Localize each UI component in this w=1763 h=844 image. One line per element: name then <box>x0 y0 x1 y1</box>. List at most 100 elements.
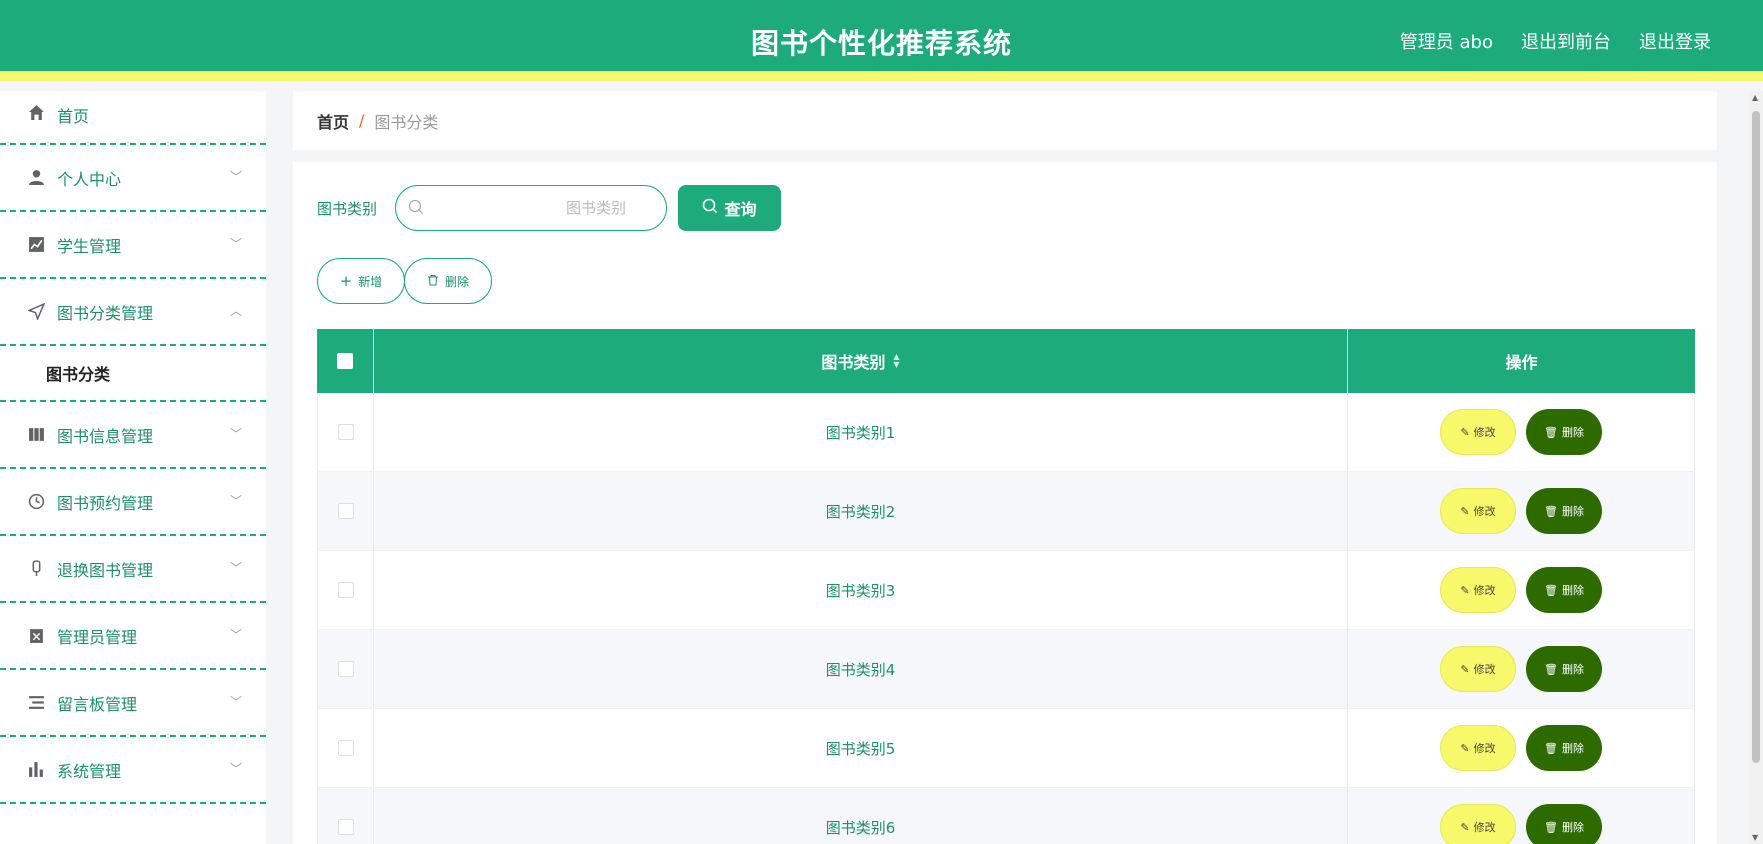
sidebar-item-messages[interactable]: 留言板管理 ﹀ <box>0 670 266 737</box>
breadcrumb-home[interactable]: 首页 <box>317 109 349 133</box>
search-box <box>395 185 667 231</box>
user-icon <box>27 169 45 187</box>
add-button[interactable]: + 新增 <box>317 258 405 304</box>
page-scrollbar[interactable]: ▲ ▼ <box>1749 91 1763 844</box>
microphone-icon <box>27 560 45 578</box>
category-cell: 图书类别4 <box>374 630 1348 708</box>
delete-button[interactable]: 🗑 删除 <box>1526 409 1602 455</box>
search-icon <box>702 198 718 218</box>
edit-icon: ✎ <box>1460 425 1470 439</box>
chevron-down-icon: ﹀ <box>229 560 242 575</box>
list-icon <box>27 694 45 712</box>
row-checkbox[interactable] <box>337 819 354 835</box>
chevron-up-icon: ︿ <box>229 303 242 318</box>
edit-icon: ✎ <box>1460 741 1470 755</box>
table-header: 图书类别 ▲ ▼ 操作 <box>317 329 1695 393</box>
column-header-actions: 操作 <box>1505 353 1538 372</box>
top-header: 图书个性化推荐系统 管理员 abo 退出到前台 退出登录 <box>0 0 1763 81</box>
category-search-input[interactable] <box>436 194 656 222</box>
plus-icon: + <box>339 272 353 290</box>
category-cell: 图书类别3 <box>374 551 1348 629</box>
chevron-down-icon: ﹀ <box>229 761 242 776</box>
chevron-down-icon: ﹀ <box>229 426 242 441</box>
edit-button[interactable]: ✎ 修改 <box>1440 725 1516 771</box>
edit-icon: ✎ <box>1460 583 1470 597</box>
row-actions: ✎ 修改 🗑 删除 <box>1348 788 1695 844</box>
batch-delete-button[interactable]: 删除 <box>404 258 492 304</box>
edit-button[interactable]: ✎ 修改 <box>1440 567 1516 613</box>
breadcrumb-current: 图书分类 <box>374 112 439 132</box>
row-checkbox[interactable] <box>337 740 354 756</box>
sidebar-item-admins[interactable]: 管理员管理 ﹀ <box>0 603 266 670</box>
table-row: 图书类别2 ✎ 修改 🗑 删除 <box>317 472 1695 551</box>
chevron-down-icon: ﹀ <box>229 169 242 184</box>
delete-button[interactable]: 🗑 删除 <box>1526 804 1602 844</box>
edit-button[interactable]: ✎ 修改 <box>1440 488 1516 534</box>
sidebar-item-reservation[interactable]: 图书预约管理 ﹀ <box>0 469 266 536</box>
logout-link[interactable]: 退出登录 <box>1639 28 1711 54</box>
edit-button[interactable]: ✎ 修改 <box>1440 646 1516 692</box>
category-cell: 图书类别2 <box>374 472 1348 550</box>
edit-icon: ✎ <box>1460 504 1470 518</box>
row-checkbox[interactable] <box>337 503 354 519</box>
sidebar-item-label: 系统管理 <box>57 761 122 781</box>
sidebar-item-label: 学生管理 <box>57 236 122 256</box>
sidebar-item-book-category[interactable]: 图书分类管理 ︿ <box>0 279 266 346</box>
table-row: 图书类别1 ✎ 修改 🗑 删除 <box>317 393 1695 472</box>
trash-icon: 🗑 <box>1544 425 1558 439</box>
sidebar-item-profile[interactable]: 个人中心 ﹀ <box>0 145 266 212</box>
sidebar-subitem-book-category[interactable]: 图书分类 <box>0 346 266 402</box>
category-cell: 图书类别1 <box>374 393 1348 471</box>
sidebar-item-label: 个人中心 <box>57 169 122 189</box>
sort-icon[interactable]: ▲ ▼ <box>893 353 899 369</box>
trash-icon: 🗑 <box>1544 662 1558 676</box>
table-row: 图书类别6 ✎ 修改 🗑 删除 <box>317 788 1695 844</box>
edit-icon: ✎ <box>1460 820 1470 834</box>
delete-button[interactable]: 🗑 删除 <box>1526 725 1602 771</box>
sidebar-item-label: 图书信息管理 <box>57 426 154 446</box>
sidebar-item-home[interactable]: 首页 <box>0 91 266 145</box>
table-row: 图书类别5 ✎ 修改 🗑 删除 <box>317 709 1695 788</box>
breadcrumb: 首页 / 图书分类 <box>293 91 1717 150</box>
edit-button[interactable]: ✎ 修改 <box>1440 409 1516 455</box>
category-table: 图书类别 ▲ ▼ 操作 图书类别1 ✎ 修改 🗑 删除 图书类别2 ✎ 修改 🗑 删除 图… <box>317 329 1695 844</box>
scroll-down-arrow-icon[interactable]: ▼ <box>1752 833 1758 842</box>
column-header-category[interactable]: 图书类别 ▲ ▼ <box>374 329 1348 393</box>
row-actions: ✎ 修改 🗑 删除 <box>1348 709 1695 787</box>
header-actions: 管理员 abo 退出到前台 退出登录 <box>1400 28 1711 54</box>
book-icon <box>27 426 45 444</box>
scroll-thumb[interactable] <box>1752 111 1760 763</box>
row-actions: ✎ 修改 🗑 删除 <box>1348 393 1695 471</box>
query-button-label: 查询 <box>724 200 757 219</box>
trash-icon: 🗑 <box>1544 741 1558 755</box>
row-checkbox[interactable] <box>337 582 354 598</box>
content-panel: 图书类别 查询 + 新增 删除 图书类别 ▲▼ 操作 <box>293 162 1717 844</box>
query-button[interactable]: 查询 <box>678 185 781 231</box>
row-actions: ✎ 修改 🗑 删除 <box>1348 472 1695 550</box>
row-checkbox[interactable] <box>337 661 354 677</box>
sidebar-item-students[interactable]: 学生管理 ﹀ <box>0 212 266 279</box>
scroll-up-arrow-icon[interactable]: ▲ <box>1752 93 1758 102</box>
current-user: 管理员 abo <box>1399 32 1493 53</box>
bar-chart-icon <box>27 761 45 779</box>
sidebar-item-system[interactable]: 系统管理 ﹀ <box>0 737 266 804</box>
search-label: 图书类别 <box>317 200 378 218</box>
category-cell: 图书类别5 <box>374 709 1348 787</box>
add-button-label: 新增 <box>358 274 383 289</box>
sidebar-item-return[interactable]: 退换图书管理 ﹀ <box>0 536 266 603</box>
trash-icon <box>427 274 439 289</box>
sidebar-item-label: 首页 <box>57 107 90 126</box>
select-all-checkbox[interactable] <box>337 353 353 369</box>
trash-icon: 🗑 <box>1544 504 1558 518</box>
edit-button[interactable]: ✎ 修改 <box>1440 804 1516 844</box>
clipboard-icon <box>27 627 45 645</box>
delete-button[interactable]: 🗑 删除 <box>1526 646 1602 692</box>
navigation-icon <box>27 303 45 321</box>
sidebar: 首页 个人中心 ﹀ 学生管理 ﹀ 图书分类管理 ︿ 图书分类 图书信息管理 ﹀ … <box>0 91 266 844</box>
row-checkbox[interactable] <box>337 424 354 440</box>
delete-button[interactable]: 🗑 删除 <box>1526 488 1602 534</box>
sidebar-item-book-info[interactable]: 图书信息管理 ﹀ <box>0 402 266 469</box>
exit-to-front-link[interactable]: 退出到前台 <box>1521 28 1611 54</box>
delete-button[interactable]: 🗑 删除 <box>1526 567 1602 613</box>
batch-delete-label: 删除 <box>444 274 469 289</box>
